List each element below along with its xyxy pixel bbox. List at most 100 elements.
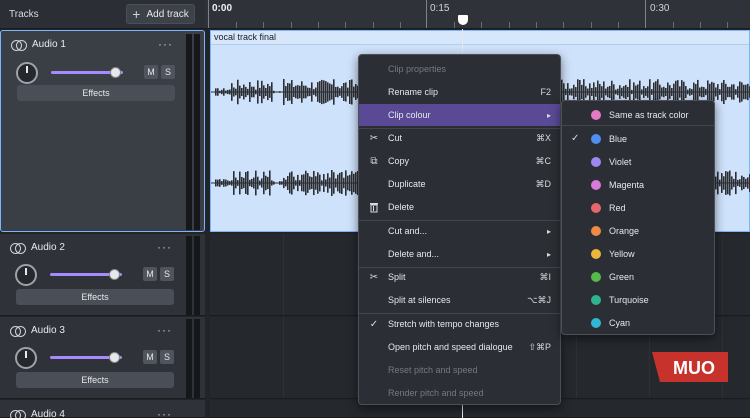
audio-track-icon	[10, 325, 26, 337]
menu-delete-and[interactable]: Delete and... ▸	[359, 243, 560, 265]
muo-logo-watermark: MUO	[652, 352, 728, 382]
menu-open-pitch-speed[interactable]: Open pitch and speed dialogue ⇧⌘P	[359, 336, 560, 358]
colour-swatch	[591, 202, 601, 213]
colour-swatch	[591, 133, 601, 144]
menu-delete[interactable]: Delete	[359, 196, 560, 218]
colour-violet[interactable]: Violet	[562, 150, 714, 173]
menu-rename-clip[interactable]: Rename clip F2	[359, 81, 560, 103]
svg-text:MUO: MUO	[673, 358, 715, 378]
add-track-label: Add track	[146, 8, 189, 20]
ruler-label-30: 0:30	[650, 3, 670, 14]
level-meter-left	[186, 34, 192, 230]
menu-copy[interactable]: ⧉ Copy ⌘C	[359, 150, 560, 172]
clip-title: vocal track final	[214, 32, 277, 42]
track-menu-button[interactable]: ···	[158, 37, 173, 51]
effects-button[interactable]: Effects	[16, 372, 174, 388]
colour-red[interactable]: Red	[562, 196, 714, 219]
colour-swatch	[591, 109, 601, 120]
track-panel-audio-3[interactable]: Audio 3 ··· M S Effects	[0, 317, 205, 399]
chevron-right-icon: ▸	[546, 249, 551, 259]
level-meter-right	[194, 34, 200, 230]
colour-turquoise[interactable]: Turquoise	[562, 288, 714, 311]
menu-split[interactable]: ✂ Split ⌘I	[359, 266, 560, 288]
pan-knob[interactable]	[15, 347, 37, 369]
colour-orange[interactable]: Orange	[562, 219, 714, 242]
audio-track-icon	[11, 39, 27, 51]
colour-swatch	[591, 317, 601, 328]
track-header: Audio 4	[10, 409, 65, 418]
level-meter-left	[186, 236, 192, 315]
colour-magenta[interactable]: Magenta	[562, 173, 714, 196]
solo-button[interactable]: S	[160, 267, 174, 281]
colour-blue[interactable]: ✓ Blue	[562, 127, 714, 150]
tracks-header: Tracks + Add track	[0, 0, 205, 29]
menu-stretch-with-tempo[interactable]: ✓ Stretch with tempo changes	[359, 313, 560, 335]
effects-button[interactable]: Effects	[16, 289, 174, 305]
volume-slider-thumb[interactable]	[110, 67, 121, 78]
ruler-label-0: 0:00	[212, 3, 233, 14]
colour-swatch	[591, 294, 601, 305]
track-name: Audio 3	[31, 325, 65, 336]
playhead-handle[interactable]	[457, 14, 469, 26]
volume-slider-thumb[interactable]	[109, 269, 120, 280]
clip-title-bar[interactable]: vocal track final	[211, 31, 749, 45]
clip-colour-submenu: Same as track color ✓ Blue Violet Magent…	[561, 100, 715, 335]
pan-knob[interactable]	[16, 62, 38, 84]
track-header: Audio 3	[10, 325, 65, 337]
colour-swatch	[591, 179, 601, 190]
audio-track-icon	[10, 242, 26, 254]
colour-swatch	[591, 248, 601, 259]
mute-button[interactable]: M	[143, 350, 157, 364]
colour-yellow[interactable]: Yellow	[562, 242, 714, 265]
effects-button[interactable]: Effects	[17, 85, 175, 101]
level-meter-right	[194, 236, 200, 315]
track-panel-audio-4[interactable]: Audio 4 ···	[0, 400, 205, 418]
menu-cut[interactable]: ✂ Cut ⌘X	[359, 127, 560, 149]
colour-swatch	[591, 271, 601, 282]
menu-duplicate[interactable]: Duplicate ⌘D	[359, 173, 560, 195]
solo-button[interactable]: S	[161, 65, 175, 79]
colour-swatch	[591, 156, 601, 167]
track-menu-button[interactable]: ···	[157, 240, 172, 254]
check-icon: ✓	[571, 133, 580, 144]
ruler-label-15: 0:15	[430, 3, 450, 14]
menu-reset-pitch-speed[interactable]: Reset pitch and speed	[359, 359, 560, 381]
trash-icon	[368, 201, 380, 213]
timeline-ruler[interactable]: 0:00 0:15 0:30	[205, 0, 750, 29]
pan-knob[interactable]	[15, 264, 37, 286]
menu-clip-colour[interactable]: Clip colour ▸	[359, 104, 560, 126]
volume-slider-thumb[interactable]	[109, 352, 120, 363]
colour-cyan[interactable]: Cyan	[562, 311, 714, 334]
clip-context-menu: Clip properties Rename clip F2 Clip colo…	[358, 54, 561, 405]
menu-render-pitch-speed[interactable]: Render pitch and speed	[359, 382, 560, 404]
plus-icon: +	[132, 6, 141, 22]
add-track-button[interactable]: + Add track	[126, 4, 195, 24]
split-icon: ✂	[369, 271, 379, 283]
track-header: Audio 2	[10, 242, 65, 254]
mute-button[interactable]: M	[143, 267, 157, 281]
chevron-right-icon: ▸	[546, 110, 551, 120]
track-menu-button[interactable]: ···	[157, 407, 172, 418]
track-name: Audio 1	[32, 39, 66, 50]
track-panel-audio-1[interactable]: Audio 1 ··· M S Effects	[0, 30, 205, 232]
copy-icon: ⧉	[370, 155, 378, 167]
track-menu-button[interactable]: ···	[157, 323, 172, 337]
solo-button[interactable]: S	[160, 350, 174, 364]
scissors-icon: ✂	[369, 132, 379, 144]
tracks-title: Tracks	[9, 9, 39, 20]
colour-green[interactable]: Green	[562, 265, 714, 288]
level-meter-right	[194, 319, 200, 398]
track-name: Audio 2	[31, 242, 65, 253]
audio-track-icon	[10, 409, 26, 418]
track-panel-audio-2[interactable]: Audio 2 ··· M S Effects	[0, 234, 205, 316]
track-header: Audio 1	[11, 39, 66, 51]
level-meter-left	[186, 319, 192, 398]
menu-clip-properties[interactable]: Clip properties	[359, 58, 560, 80]
track-name: Audio 4	[31, 409, 65, 418]
menu-cut-and[interactable]: Cut and... ▸	[359, 220, 560, 242]
colour-swatch	[591, 225, 601, 236]
menu-split-at-silences[interactable]: Split at silences ⌥⌘J	[359, 289, 560, 311]
colour-same-as-track[interactable]: Same as track color	[562, 103, 714, 126]
chevron-right-icon: ▸	[546, 226, 551, 236]
mute-button[interactable]: M	[144, 65, 158, 79]
